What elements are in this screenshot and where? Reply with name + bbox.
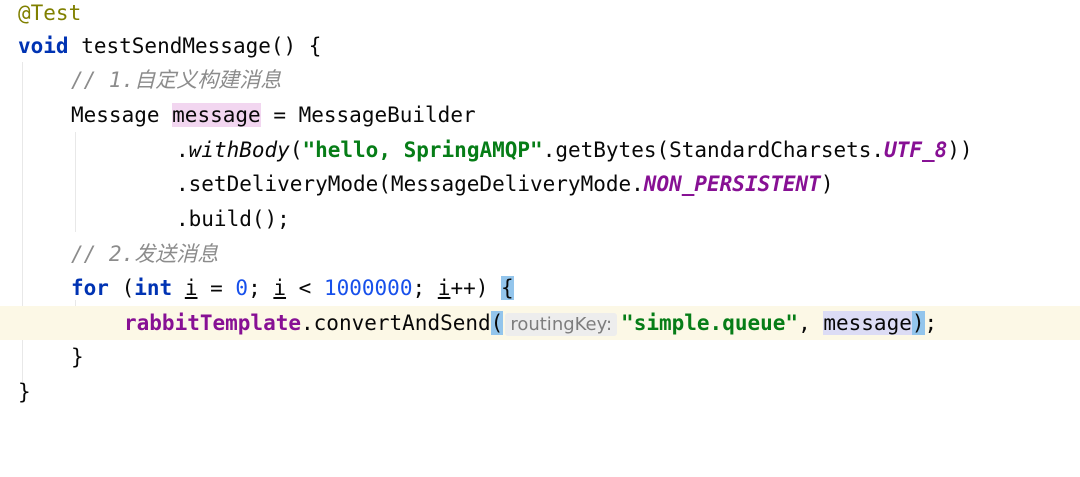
- paren: ): [820, 172, 834, 196]
- string-literal: "hello, SpringAMQP": [302, 138, 543, 162]
- operator: <: [286, 276, 324, 300]
- non-persistent-constant: NON_PERSISTENT: [643, 172, 821, 196]
- semicolon: ;: [412, 276, 438, 300]
- operator: =: [197, 276, 236, 300]
- set-delivery-call: .setDeliveryMode(MessageDeliveryMode.: [176, 172, 644, 196]
- message-argument[interactable]: message: [823, 311, 912, 335]
- number-literal: 0: [235, 276, 249, 300]
- parameter-hint: routingKey:: [505, 313, 618, 336]
- paren: (: [289, 138, 303, 162]
- build-call: .build();: [176, 207, 290, 231]
- code-line: }: [0, 340, 1080, 374]
- comment: // 1.自定义构建消息: [71, 68, 282, 92]
- code-line: @Test: [0, 0, 1080, 30]
- get-bytes-call: .getBytes(StandardCharsets.: [542, 138, 885, 162]
- paren-close: ): [911, 311, 925, 335]
- string-literal: "simple.queue": [621, 311, 799, 335]
- increment: ++): [450, 276, 502, 300]
- loop-variable[interactable]: i: [438, 276, 451, 300]
- code-line: .withBody("hello, SpringAMQP".getBytes(S…: [0, 133, 1080, 167]
- annotation: @Test: [18, 1, 82, 25]
- brace: }: [71, 345, 84, 369]
- code-line: .build();: [0, 202, 1080, 236]
- brace: }: [18, 380, 31, 404]
- convert-and-send-call: .convertAndSend: [301, 311, 491, 335]
- code-editor[interactable]: @Test void testSendMessage() { // 1.自定义构…: [0, 0, 1080, 409]
- for-keyword: for: [71, 276, 109, 300]
- code-line: void testSendMessage() {: [0, 29, 1080, 63]
- int-keyword: int: [134, 276, 173, 300]
- message-variable[interactable]: message: [172, 103, 261, 127]
- assignment: = MessageBuilder: [260, 103, 476, 127]
- code-line: Message message = MessageBuilder: [0, 98, 1080, 132]
- semicolon: ;: [924, 311, 938, 335]
- comma: ,: [798, 311, 824, 335]
- void-keyword: void: [18, 34, 69, 58]
- code-line: for (int i = 0; i < 1000000; i++) {: [0, 271, 1080, 305]
- paren: (: [108, 276, 135, 300]
- paren-open: (: [490, 311, 504, 335]
- rabbit-template-field: rabbitTemplate: [124, 311, 302, 335]
- paren: )): [947, 138, 973, 162]
- code-line: // 1.自定义构建消息: [0, 63, 1080, 97]
- method-signature: testSendMessage() {: [68, 34, 322, 58]
- current-code-line[interactable]: rabbitTemplate.convertAndSend(routingKey…: [0, 306, 1080, 340]
- code-line: }: [0, 375, 1080, 409]
- with-body-call: withBody: [188, 138, 290, 162]
- code-line: // 2.发送消息: [0, 237, 1080, 271]
- dot: .: [176, 138, 189, 162]
- brace: {: [501, 276, 514, 300]
- utf8-constant: UTF_8: [884, 138, 948, 162]
- loop-variable[interactable]: i: [185, 276, 198, 300]
- code-line: .setDeliveryMode(MessageDeliveryMode.NON…: [0, 167, 1080, 201]
- number-literal: 1000000: [323, 276, 413, 300]
- loop-variable[interactable]: i: [273, 276, 286, 300]
- semicolon: ;: [248, 276, 274, 300]
- comment: // 2.发送消息: [71, 242, 219, 266]
- type-name: Message: [71, 103, 173, 127]
